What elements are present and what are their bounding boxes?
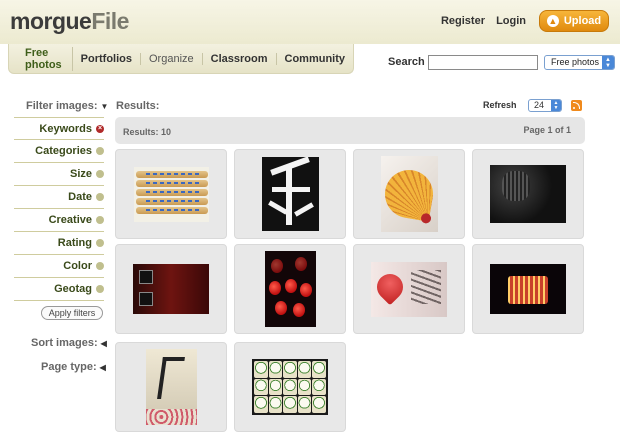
apply-filters-button[interactable]: Apply filters	[41, 306, 103, 320]
filter-date[interactable]: Date	[14, 186, 104, 209]
thumbnail-chopsticks[interactable]	[115, 149, 227, 239]
search-scope-value: Free photos	[551, 57, 600, 67]
register-link[interactable]: Register	[441, 15, 485, 27]
thumbnail-calligraphy-scroll[interactable]	[115, 342, 227, 432]
search-label: Search	[388, 56, 425, 68]
search-input[interactable]	[428, 55, 538, 70]
thumbnail-calligraphy-sign[interactable]	[234, 149, 346, 239]
filter-list: Keywords × Categories Size Date Creative …	[14, 117, 104, 301]
per-page-select[interactable]: 24 ▲ ▼	[528, 99, 562, 112]
page-indicator: Page 1 of 1	[523, 125, 571, 135]
filter-dot-icon	[96, 239, 104, 247]
photo-calligraphy-sign	[261, 157, 319, 231]
search-scope-select[interactable]: Free photos ▲ ▼	[544, 55, 615, 70]
expand-right-icon: ◀	[100, 339, 107, 348]
page-type-heading[interactable]: Page type: ◀	[41, 361, 106, 373]
photo-red-lanterns	[264, 251, 316, 327]
refresh-link[interactable]: Refresh	[483, 100, 517, 110]
site-logo[interactable]: morgueFile	[10, 8, 129, 35]
photo-festival-float	[490, 264, 566, 314]
thumbnail-heart-calligraphy[interactable]	[353, 244, 465, 334]
filter-dot-icon	[96, 193, 104, 201]
upload-arrow-icon: ▲	[546, 15, 559, 27]
tab-classroom[interactable]: Classroom	[203, 52, 277, 65]
thumbnail-sake-barrels[interactable]	[234, 342, 346, 432]
filter-keywords[interactable]: Keywords ×	[14, 117, 104, 140]
filter-dot-icon	[96, 170, 104, 178]
remove-filter-icon[interactable]: ×	[96, 124, 104, 133]
account-links: Register Login	[433, 15, 526, 27]
thumbnail-red-lanterns[interactable]	[234, 244, 346, 334]
photo-lantern-dark	[490, 165, 566, 223]
photo-red-shrine-signs	[133, 264, 209, 314]
site-header: morgueFile Register Login ▲ Upload	[0, 0, 620, 44]
thumbnail-lantern-dark[interactable]	[472, 149, 584, 239]
tab-free-photos[interactable]: Free photos	[17, 46, 73, 71]
filter-dot-icon	[96, 147, 104, 155]
filter-geotag[interactable]: Geotag	[14, 278, 104, 301]
filter-size[interactable]: Size	[14, 163, 104, 186]
results-heading: Results:	[116, 100, 160, 112]
filter-dot-icon	[96, 285, 104, 293]
thumbnail-festival-float[interactable]	[472, 244, 584, 334]
thumbnail-paper-fan[interactable]	[353, 149, 465, 239]
upload-label: Upload	[563, 15, 602, 27]
expand-down-icon: ▼	[100, 102, 109, 111]
filter-images-heading[interactable]: Filter images: ▼	[26, 100, 108, 112]
sort-images-heading[interactable]: Sort images: ◀	[31, 337, 107, 349]
photo-heart-calligraphy	[371, 261, 447, 317]
photo-paper-fan	[380, 156, 438, 232]
tab-community[interactable]: Community	[277, 53, 354, 65]
results-bar: Results: 10 Page 1 of 1	[115, 117, 585, 144]
photo-calligraphy-scroll	[145, 349, 197, 425]
rss-icon[interactable]	[571, 100, 582, 111]
per-page-value: 24	[534, 100, 545, 110]
results-count: Results: 10	[123, 127, 172, 137]
main-nav: Free photos Portfolios Organize Classroo…	[8, 44, 354, 74]
expand-right-icon: ◀	[99, 363, 106, 372]
thumbnail-red-shrine-signs[interactable]	[115, 244, 227, 334]
filter-creative[interactable]: Creative	[14, 209, 104, 232]
login-link[interactable]: Login	[496, 15, 526, 27]
photo-sake-barrels	[252, 359, 328, 415]
tab-organize[interactable]: Organize	[141, 52, 203, 65]
select-arrows-icon: ▲ ▼	[602, 56, 614, 69]
filter-color[interactable]: Color	[14, 255, 104, 278]
filter-categories[interactable]: Categories	[14, 140, 104, 163]
tab-portfolios[interactable]: Portfolios	[73, 52, 141, 65]
upload-button[interactable]: ▲ Upload	[539, 10, 609, 32]
filter-dot-icon	[96, 216, 104, 224]
photo-chopsticks	[133, 166, 209, 222]
filter-dot-icon	[96, 262, 104, 270]
filter-rating[interactable]: Rating	[14, 232, 104, 255]
select-arrows-icon: ▲ ▼	[551, 100, 561, 111]
